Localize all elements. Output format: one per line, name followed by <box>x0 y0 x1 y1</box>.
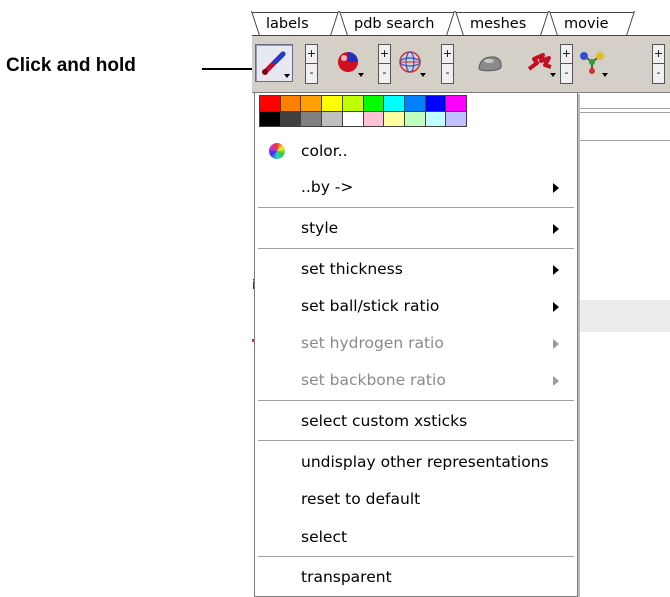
menu-item-reset-to-default[interactable]: reset to default <box>255 481 577 517</box>
plus-button[interactable]: + <box>653 45 664 63</box>
menu-item-label: undisplay other representations <box>301 453 549 471</box>
tab-label: pdb search <box>354 16 435 32</box>
color-swatch[interactable] <box>384 111 404 126</box>
menu-item-transparent[interactable]: transparent <box>255 559 577 595</box>
representation-menu: color.. ..by -> style set thickness set … <box>254 92 578 597</box>
tab-movie[interactable]: movie <box>550 12 634 35</box>
menu-item-set-thickness[interactable]: set thickness <box>255 251 577 287</box>
ballstick-button[interactable] <box>574 44 610 80</box>
divider <box>575 108 670 109</box>
menu-item-label: color.. <box>301 142 348 160</box>
chevron-down-icon <box>602 73 608 77</box>
sphere-button[interactable] <box>330 44 366 80</box>
xsticks-button[interactable] <box>255 44 293 82</box>
plus-button[interactable]: + <box>561 45 572 63</box>
color-swatch[interactable] <box>280 96 301 111</box>
chevron-down-icon <box>550 73 556 77</box>
sphere-plus-minus[interactable]: + - <box>378 44 391 84</box>
color-swatch[interactable] <box>363 96 384 111</box>
menu-item-label: set ball/stick ratio <box>301 297 440 315</box>
color-swatch[interactable] <box>446 111 466 126</box>
menu-item-set-ball-stick-ratio[interactable]: set ball/stick ratio <box>255 288 577 324</box>
color-swatch[interactable] <box>384 96 404 111</box>
menu-item-undisplay-other[interactable]: undisplay other representations <box>255 444 577 480</box>
chevron-down-icon <box>420 73 426 77</box>
color-swatch[interactable] <box>446 96 466 111</box>
stick-plus-minus[interactable]: + - <box>305 44 318 84</box>
background-row <box>575 300 670 332</box>
color-swatch[interactable] <box>260 111 280 126</box>
tab-label: movie <box>564 16 609 32</box>
mesh-button[interactable] <box>392 44 428 80</box>
menu-item-select-custom-xsticks[interactable]: select custom xsticks <box>255 403 577 439</box>
chevron-down-icon <box>358 73 364 77</box>
tab-meshes[interactable]: meshes <box>456 12 548 35</box>
menu-item-color[interactable]: color.. <box>255 133 577 169</box>
menu-item-label: set hydrogen ratio <box>301 334 444 352</box>
menu-item-label: set thickness <box>301 260 403 278</box>
color-swatch[interactable] <box>404 111 425 126</box>
submenu-arrow-icon <box>553 183 559 193</box>
tab-labels[interactable]: labels <box>252 12 338 35</box>
ballstick-plus-minus[interactable]: + - <box>652 44 665 84</box>
menu-item-label: select custom xsticks <box>301 412 468 430</box>
divider <box>575 140 670 141</box>
color-swatch[interactable] <box>322 96 342 111</box>
minus-button[interactable]: - <box>306 63 317 82</box>
cartoon-button[interactable] <box>522 44 558 80</box>
surface-icon <box>478 56 502 72</box>
color-swatch[interactable] <box>322 111 342 126</box>
tab-bar: labels pdb search meshes movie <box>252 10 670 36</box>
menu-item-label: style <box>301 219 339 237</box>
submenu-arrow-icon <box>553 265 559 275</box>
submenu-arrow-icon <box>553 376 559 386</box>
tab-label: meshes <box>470 16 527 32</box>
color-wheel-icon <box>269 143 285 159</box>
color-swatch[interactable] <box>301 111 322 126</box>
menu-item-label: set backbone ratio <box>301 371 446 389</box>
menu-item-label: ..by -> <box>301 178 354 196</box>
cartoon-plus-minus[interactable]: + - <box>560 44 573 84</box>
color-swatch[interactable] <box>280 111 301 126</box>
color-swatch[interactable] <box>425 96 446 111</box>
color-swatch[interactable] <box>301 96 322 111</box>
toolbar: + - + - + - + - + - <box>252 36 670 93</box>
minus-button[interactable]: - <box>442 63 453 82</box>
chevron-down-icon <box>284 74 290 78</box>
submenu-arrow-icon <box>553 224 559 234</box>
color-swatch[interactable] <box>404 96 425 111</box>
plus-button[interactable]: + <box>379 45 390 63</box>
menu-item-set-backbone-ratio: set backbone ratio <box>255 362 577 398</box>
color-swatch[interactable] <box>342 96 363 111</box>
mesh-plus-minus[interactable]: + - <box>441 44 454 84</box>
color-swatch[interactable] <box>260 96 280 111</box>
tab-label: labels <box>266 16 309 32</box>
color-swatch[interactable] <box>425 111 446 126</box>
color-palette <box>259 95 467 127</box>
menu-item-label: transparent <box>301 568 392 586</box>
callout-line <box>202 68 259 70</box>
callout-label: Click and hold <box>6 55 136 76</box>
menu-item-style[interactable]: style <box>255 210 577 246</box>
divider <box>575 112 670 113</box>
menu-item-by[interactable]: ..by -> <box>255 169 577 205</box>
submenu-arrow-icon <box>553 302 559 312</box>
menu-item-label: reset to default <box>301 490 421 508</box>
minus-button[interactable]: - <box>379 63 390 82</box>
surface-button[interactable] <box>472 44 508 80</box>
plus-button[interactable]: + <box>306 45 317 63</box>
minus-button[interactable]: - <box>561 63 572 82</box>
submenu-arrow-icon <box>553 339 559 349</box>
menu-item-select[interactable]: select <box>255 519 577 555</box>
color-swatch[interactable] <box>342 111 363 126</box>
plus-button[interactable]: + <box>442 45 453 63</box>
tab-pdb-search[interactable]: pdb search <box>340 12 454 35</box>
color-swatch[interactable] <box>363 111 384 126</box>
menu-item-label: select <box>301 528 348 546</box>
menu-item-set-hydrogen-ratio: set hydrogen ratio <box>255 325 577 361</box>
minus-button[interactable]: - <box>653 63 664 82</box>
